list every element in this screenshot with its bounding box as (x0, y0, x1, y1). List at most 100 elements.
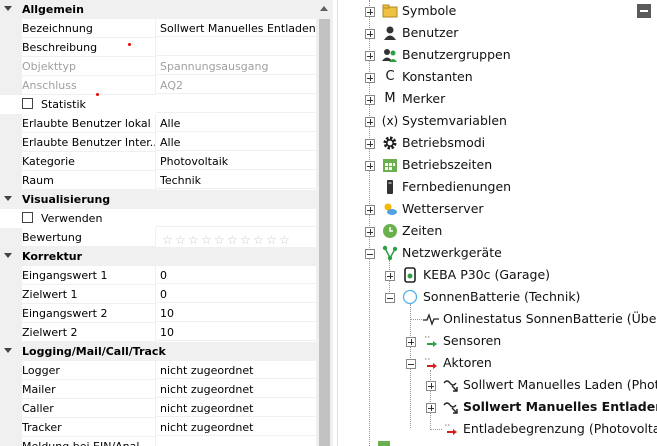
expand-plus-icon[interactable] (365, 161, 375, 171)
property-row-statistik[interactable]: Statistik (0, 93, 316, 114)
collapse-minus-icon[interactable] (365, 249, 375, 259)
expand-plus-icon[interactable] (365, 205, 375, 215)
tree-node-netzwerkgeraete[interactable]: Netzwerkgeräte (338, 242, 657, 264)
tree-node-sensoren[interactable]: Sensoren (338, 330, 657, 352)
expand-plus-icon[interactable] (426, 381, 436, 391)
property-value[interactable]: Sollwert Manuelles Entladen (156, 19, 316, 37)
property-row-kategorie[interactable]: Kategorie Photovoltaik (0, 152, 316, 171)
tree-node-betriebsmodi[interactable]: Betriebsmodi (338, 132, 657, 154)
tree-node-benutzergruppen[interactable]: Benutzergruppen (338, 44, 657, 66)
category-allgemein[interactable]: Allgemein (0, 0, 316, 19)
property-row-eingangswert-2[interactable]: Eingangswert 2 10 (0, 304, 316, 323)
property-row-erlaubte-benutzer-internet[interactable]: Erlaubte Benutzer Inter... Alle (0, 133, 316, 152)
star-icon[interactable]: ☆ (214, 234, 226, 246)
property-value[interactable]: 0 (156, 285, 316, 303)
star-icon[interactable]: ☆ (266, 234, 278, 246)
tree-node-systemvariablen[interactable]: (x) Systemvariablen (338, 110, 657, 132)
category-korrektur[interactable]: Korrektur (0, 247, 316, 266)
tree-node-fernbedienungen[interactable]: Fernbedienungen (338, 176, 657, 198)
property-value[interactable] (156, 209, 316, 227)
property-row-bezeichnung[interactable]: Bezeichnung Sollwert Manuelles Entladen (0, 19, 316, 38)
property-value[interactable]: 10 (156, 304, 316, 322)
star-icon[interactable]: ☆ (227, 234, 239, 246)
collapse-triangle-icon[interactable] (4, 253, 12, 258)
property-value[interactable]: nicht zugeordnet (156, 380, 316, 398)
property-row-caller[interactable]: Caller nicht zugeordnet (0, 399, 316, 418)
property-key: Erlaubte Benutzer lokal (22, 117, 151, 130)
expand-plus-icon[interactable] (365, 73, 375, 83)
expand-plus-icon[interactable] (365, 117, 375, 127)
star-icon[interactable]: ☆ (240, 234, 252, 246)
tree-node-label: Betriebsmodi (402, 135, 486, 150)
tree-node-sollwert-entladen[interactable]: Sollwert Manuelles Entladen (338, 396, 657, 418)
verwenden-checkbox[interactable] (22, 212, 33, 223)
rating-stars[interactable]: ☆ ☆ ☆ ☆ ☆ ☆ ☆ ☆ ☆ ☆ (162, 231, 292, 246)
tree-node-wetterserver[interactable]: Wetterserver (338, 198, 657, 220)
property-value[interactable]: 10 (156, 323, 316, 341)
property-row-tracker[interactable]: Tracker nicht zugeordnet (0, 418, 316, 437)
property-value[interactable]: nicht zugeordnet (156, 418, 316, 436)
expand-plus-icon[interactable] (406, 337, 416, 347)
tree-node-merker[interactable]: M Merker (338, 88, 657, 110)
tree-node-entladebegrenzung[interactable]: Entladebegrenzung (Photovolta (338, 418, 657, 440)
property-value[interactable]: nicht zugeordnet (156, 399, 316, 417)
property-value[interactable]: nicht zugeordnet (156, 361, 316, 379)
property-value[interactable]: Photovoltaik (156, 152, 316, 170)
property-row-erlaubte-benutzer-lokal[interactable]: Erlaubte Benutzer lokal Alle (0, 114, 316, 133)
statistik-checkbox[interactable] (22, 98, 33, 109)
property-row-zielwert-1[interactable]: Zielwert 1 0 (0, 285, 316, 304)
category-visualisierung[interactable]: Visualisierung (0, 190, 316, 209)
property-value[interactable] (156, 95, 316, 113)
tree-node-aktoren[interactable]: Aktoren (338, 352, 657, 374)
category-logging[interactable]: Logging/Mail/Call/Track (0, 342, 316, 361)
property-grid-scrollbar[interactable] (316, 0, 333, 446)
property-row-meldung[interactable]: Meldung bei EIN/Anal... (0, 437, 316, 446)
star-icon[interactable]: ☆ (162, 234, 174, 246)
tree-node-sonnenbatterie[interactable]: SonnenBatterie (Technik) (338, 286, 657, 308)
tree-node-onlinestatus[interactable]: Onlinestatus SonnenBatterie (Über (338, 308, 657, 330)
expand-plus-icon[interactable] (365, 139, 375, 149)
collapse-minus-icon[interactable] (385, 293, 395, 303)
property-key: Zielwert 2 (22, 326, 78, 339)
expand-plus-icon[interactable] (365, 227, 375, 237)
property-row-raum[interactable]: Raum Technik (0, 171, 316, 190)
tree-node-betriebszeiten[interactable]: Betriebszeiten (338, 154, 657, 176)
tree-node-sollwert-laden[interactable]: Sollwert Manuelles Laden (Phot (338, 374, 657, 396)
tree-node-benutzer[interactable]: Benutzer (338, 22, 657, 44)
collapse-triangle-icon[interactable] (4, 348, 12, 353)
scroll-up-arrow-icon[interactable] (320, 6, 328, 11)
expand-plus-icon[interactable] (365, 95, 375, 105)
collapse-triangle-icon[interactable] (4, 6, 12, 11)
collapse-triangle-icon[interactable] (4, 196, 12, 201)
property-row-bewertung[interactable]: Bewertung ☆ ☆ ☆ ☆ ☆ ☆ ☆ ☆ ☆ ☆ (0, 228, 316, 247)
property-key: Caller (22, 402, 54, 415)
expand-plus-icon[interactable] (385, 271, 395, 281)
expand-plus-icon[interactable] (365, 29, 375, 39)
star-icon[interactable]: ☆ (279, 234, 291, 246)
star-icon[interactable]: ☆ (175, 234, 187, 246)
property-value[interactable]: Alle (156, 114, 316, 132)
property-value[interactable]: Alle (156, 133, 316, 151)
property-value[interactable] (156, 437, 316, 446)
property-row-beschreibung[interactable]: Beschreibung (0, 38, 316, 57)
tree-node-konstanten[interactable]: C Konstanten (338, 66, 657, 88)
expand-plus-icon[interactable] (426, 403, 436, 413)
tree-node-keba[interactable]: KEBA P30c (Garage) (338, 264, 657, 286)
property-row-verwenden[interactable]: Verwenden (0, 209, 316, 228)
scrollbar-thumb[interactable] (319, 19, 330, 446)
property-row-logger[interactable]: Logger nicht zugeordnet (0, 361, 316, 380)
property-value[interactable] (156, 38, 316, 56)
star-icon[interactable]: ☆ (201, 234, 213, 246)
tree-node-symbole[interactable]: Symbole (338, 0, 657, 22)
collapse-minus-icon[interactable] (406, 359, 416, 369)
star-icon[interactable]: ☆ (188, 234, 200, 246)
property-row-eingangswert-1[interactable]: Eingangswert 1 0 (0, 266, 316, 285)
property-value[interactable]: Technik (156, 171, 316, 189)
property-value[interactable]: 0 (156, 266, 316, 284)
tree-node-zeiten[interactable]: Zeiten (338, 220, 657, 242)
star-icon[interactable]: ☆ (253, 234, 265, 246)
property-row-mailer[interactable]: Mailer nicht zugeordnet (0, 380, 316, 399)
expand-plus-icon[interactable] (365, 7, 375, 17)
expand-plus-icon[interactable] (365, 51, 375, 61)
property-row-zielwert-2[interactable]: Zielwert 2 10 (0, 323, 316, 342)
